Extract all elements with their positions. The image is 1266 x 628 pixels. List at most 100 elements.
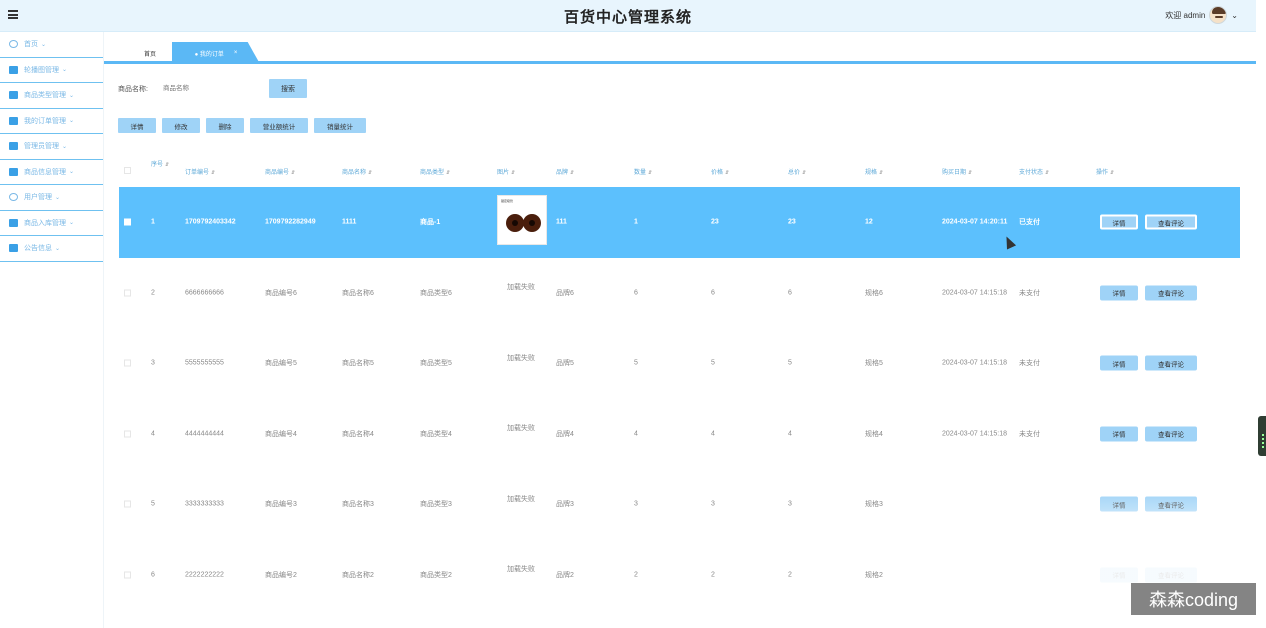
revenue-stats-button[interactable]: 营业额统计 — [250, 118, 308, 133]
grid-icon — [9, 142, 18, 151]
sort-icon[interactable]: ⇵ — [725, 170, 729, 176]
search-input[interactable] — [163, 80, 263, 97]
select-all-checkbox[interactable] — [124, 167, 131, 174]
column-header[interactable]: 订单编号 ⇵ — [185, 167, 215, 176]
sales-stats-button[interactable]: 销量统计 — [314, 118, 366, 133]
app-header: 百货中心管理系统 欢迎 admin ⌄ — [0, 0, 1256, 32]
column-header[interactable]: 规格 ⇵ — [865, 167, 883, 176]
row-checkbox[interactable] — [124, 289, 131, 297]
user-menu[interactable]: 欢迎 admin ⌄ — [1165, 6, 1238, 24]
column-header[interactable]: 数量 ⇵ — [634, 167, 652, 176]
column-header[interactable]: 价格 ⇵ — [711, 167, 729, 176]
sort-icon[interactable]: ⇵ — [368, 170, 372, 176]
table-row[interactable]: 2 6666666666 商品编号6 商品名称6 商品类型6 加载失败 品牌6 6 6 6 规格6 2… — [119, 258, 1240, 329]
search-button[interactable]: 搜索 — [269, 79, 307, 98]
cell-price: 5 — [711, 359, 715, 367]
cell-index: 2 — [151, 289, 155, 297]
table-row[interactable]: 1 1709792403342 1709792282949 1111 商品-1 锁定吸管 1… — [119, 187, 1240, 258]
cell-goods-no: 商品编号5 — [265, 360, 297, 368]
column-header[interactable]: 图片 ⇵ — [497, 167, 515, 176]
sort-icon[interactable]: ⇵ — [802, 170, 806, 176]
shop-icon — [9, 167, 18, 176]
column-header[interactable]: 操作 ⇵ — [1096, 167, 1114, 176]
sidebar-item-label: 商品信息管理 — [24, 168, 66, 176]
cell-spec: 规格6 — [865, 289, 883, 297]
tab-my-orders[interactable]: ● 我的订单 × — [172, 42, 260, 64]
table-row[interactable]: 4 4444444444 商品编号4 商品名称4 商品类型4 加载失败 品牌4 4 4 4 规格4 2… — [119, 399, 1240, 470]
row-detail-button[interactable]: 详情 — [1100, 214, 1138, 230]
sort-icon[interactable]: ⇵ — [511, 170, 515, 176]
sort-icon[interactable]: ⇵ — [1045, 170, 1049, 176]
cell-total: 4 — [788, 430, 792, 438]
column-header[interactable]: 商品编号 ⇵ — [265, 167, 295, 176]
column-header[interactable]: 商品类型 ⇵ — [420, 167, 450, 176]
row-checkbox[interactable] — [124, 359, 131, 367]
row-checkbox[interactable] — [124, 500, 131, 508]
chevron-down-icon: ⌄ — [69, 169, 75, 176]
search-label: 商品名称: — [118, 85, 148, 93]
cell-goods-no: 1709792282949 — [265, 218, 316, 226]
avatar[interactable] — [1209, 6, 1228, 24]
column-header[interactable]: 商品名称 ⇵ — [342, 167, 372, 176]
row-detail-button[interactable]: 详情 — [1100, 426, 1138, 442]
chevron-down-icon: ⌄ — [69, 220, 75, 227]
close-icon[interactable]: × — [234, 50, 238, 56]
sidebar-item-0[interactable]: 首页 ⌄ — [0, 32, 103, 58]
cell-order-no: 6666666666 — [185, 289, 224, 297]
sidebar-item-2[interactable]: 商品类型管理 ⌄ — [0, 83, 103, 109]
column-header-label: 商品名称 — [342, 170, 367, 176]
view-comments-button[interactable]: 查看评论 — [1145, 214, 1197, 230]
tab-home[interactable]: 首页 — [134, 42, 166, 64]
scroll-handle[interactable] — [1258, 416, 1266, 456]
scrollbar[interactable] — [1256, 0, 1266, 628]
column-header-label: 品牌 — [556, 170, 569, 176]
sidebar-item-6[interactable]: 用户管理 ⌄ — [0, 185, 103, 211]
view-comments-button[interactable]: 查看评论 — [1145, 426, 1197, 442]
sidebar-item-3[interactable]: 我的订单管理 ⌄ — [0, 109, 103, 134]
cell-goods-no: 商品编号2 — [265, 571, 297, 579]
sort-icon[interactable]: ⇵ — [570, 170, 574, 176]
sort-icon[interactable]: ⇵ — [879, 170, 883, 176]
delete-button[interactable]: 删除 — [206, 118, 244, 133]
sort-icon[interactable]: ⇵ — [648, 170, 652, 176]
column-header-label: 支付状态 — [1019, 170, 1044, 176]
row-checkbox[interactable] — [124, 430, 131, 438]
tab-bar: 首页 ● 我的订单 × — [104, 32, 1256, 64]
cell-image: 加载失败 — [507, 495, 535, 503]
row-detail-button[interactable]: 详情 — [1100, 355, 1138, 371]
column-header[interactable]: 品牌 ⇵ — [556, 167, 574, 176]
sort-icon[interactable]: ⇵ — [165, 162, 169, 168]
sort-icon[interactable]: ⇵ — [291, 170, 295, 176]
sidebar-item-1[interactable]: 轮播图管理 ⌄ — [0, 58, 103, 83]
edit-button[interactable]: 修改 — [162, 118, 200, 133]
column-header[interactable]: 总价 ⇵ — [788, 167, 806, 176]
row-detail-button[interactable]: 详情 — [1100, 285, 1138, 301]
view-comments-button[interactable]: 查看评论 — [1145, 355, 1197, 371]
sort-icon[interactable]: ⇵ — [446, 170, 450, 176]
chevron-down-icon[interactable]: ⌄ — [1231, 11, 1238, 20]
sidebar-item-label: 我的订单管理 — [24, 117, 66, 125]
view-comments-button[interactable]: 查看评论 — [1145, 285, 1197, 301]
column-header[interactable]: 序号 ⇵ — [151, 159, 169, 168]
sidebar-item-8[interactable]: 公告信息 ⌄ — [0, 236, 103, 262]
action-toolbar: 详情 修改 删除 营业额统计 销量统计 — [118, 118, 372, 133]
sort-icon[interactable]: ⇵ — [211, 170, 215, 176]
column-header[interactable]: 支付状态 ⇵ — [1019, 167, 1049, 176]
column-header[interactable]: 购买日期 ⇵ — [942, 167, 972, 176]
cell-index: 4 — [151, 430, 155, 438]
sort-icon[interactable]: ⇵ — [968, 170, 972, 176]
sidebar-item-4[interactable]: 管理员管理 ⌄ — [0, 134, 103, 160]
table-row[interactable]: 3 5555555555 商品编号5 商品名称5 商品类型5 加载失败 品牌5 5 5 5 规格5 2… — [119, 328, 1240, 399]
sidebar-item-5[interactable]: 商品信息管理 ⌄ — [0, 160, 103, 185]
sort-icon[interactable]: ⇵ — [1110, 170, 1114, 176]
sidebar-item-7[interactable]: 商品入库管理 ⌄ — [0, 211, 103, 236]
cell-index: 1 — [151, 218, 155, 226]
building-icon — [9, 218, 18, 227]
orders-table: 序号 ⇵ 订单编号 ⇵ 商品编号 ⇵ 商品名称 ⇵ 商品类型 ⇵ 图片 ⇵ 品牌 ⇵ 数量 ⇵ 价格 ⇵ 总价 ⇵ 规格… — [119, 155, 1240, 583]
row-checkbox[interactable] — [124, 571, 131, 579]
detail-button[interactable]: 详情 — [118, 118, 156, 133]
row-checkbox[interactable] — [124, 218, 131, 226]
cell-date: 2024-03-07 14:15:18 — [942, 359, 1007, 367]
cell-brand: 品牌2 — [556, 571, 574, 579]
product-image[interactable]: 锁定吸管 — [497, 195, 547, 245]
